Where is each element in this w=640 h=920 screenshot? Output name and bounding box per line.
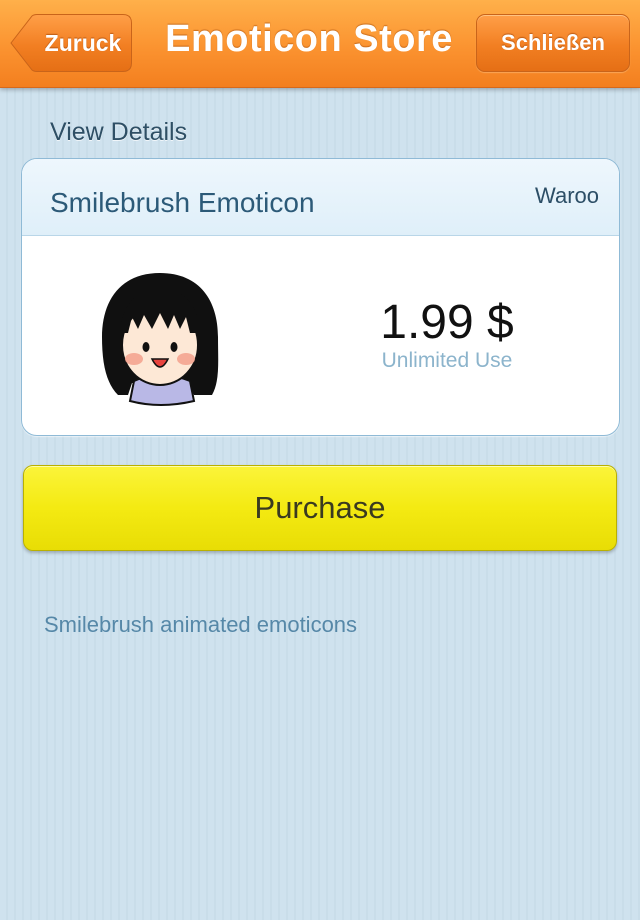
girl-emoticon-icon [102,273,219,406]
item-detail-card: Smilebrush Emoticon Waroo 1.99 $ Unlimit… [21,158,620,436]
item-author: Waroo [535,183,599,208]
item-price: 1.99 $ [380,296,514,349]
item-license: Unlimited Use [381,349,513,372]
purchase-button[interactable]: Purchase [23,465,617,551]
item-name: Smilebrush Emoticon [50,187,315,218]
back-button-label: Zuruck [44,30,122,56]
close-button[interactable]: Schließen [476,14,630,72]
back-button[interactable]: Zuruck [10,14,132,72]
item-description: Smilebrush animated emoticons [44,612,358,637]
nav-bar: Zuruck Emoticon Store Schließen [0,0,640,88]
card-header: Smilebrush Emoticon Waroo [22,159,619,236]
page-title: Emoticon Store [165,18,453,60]
section-label: View Details [50,118,188,146]
